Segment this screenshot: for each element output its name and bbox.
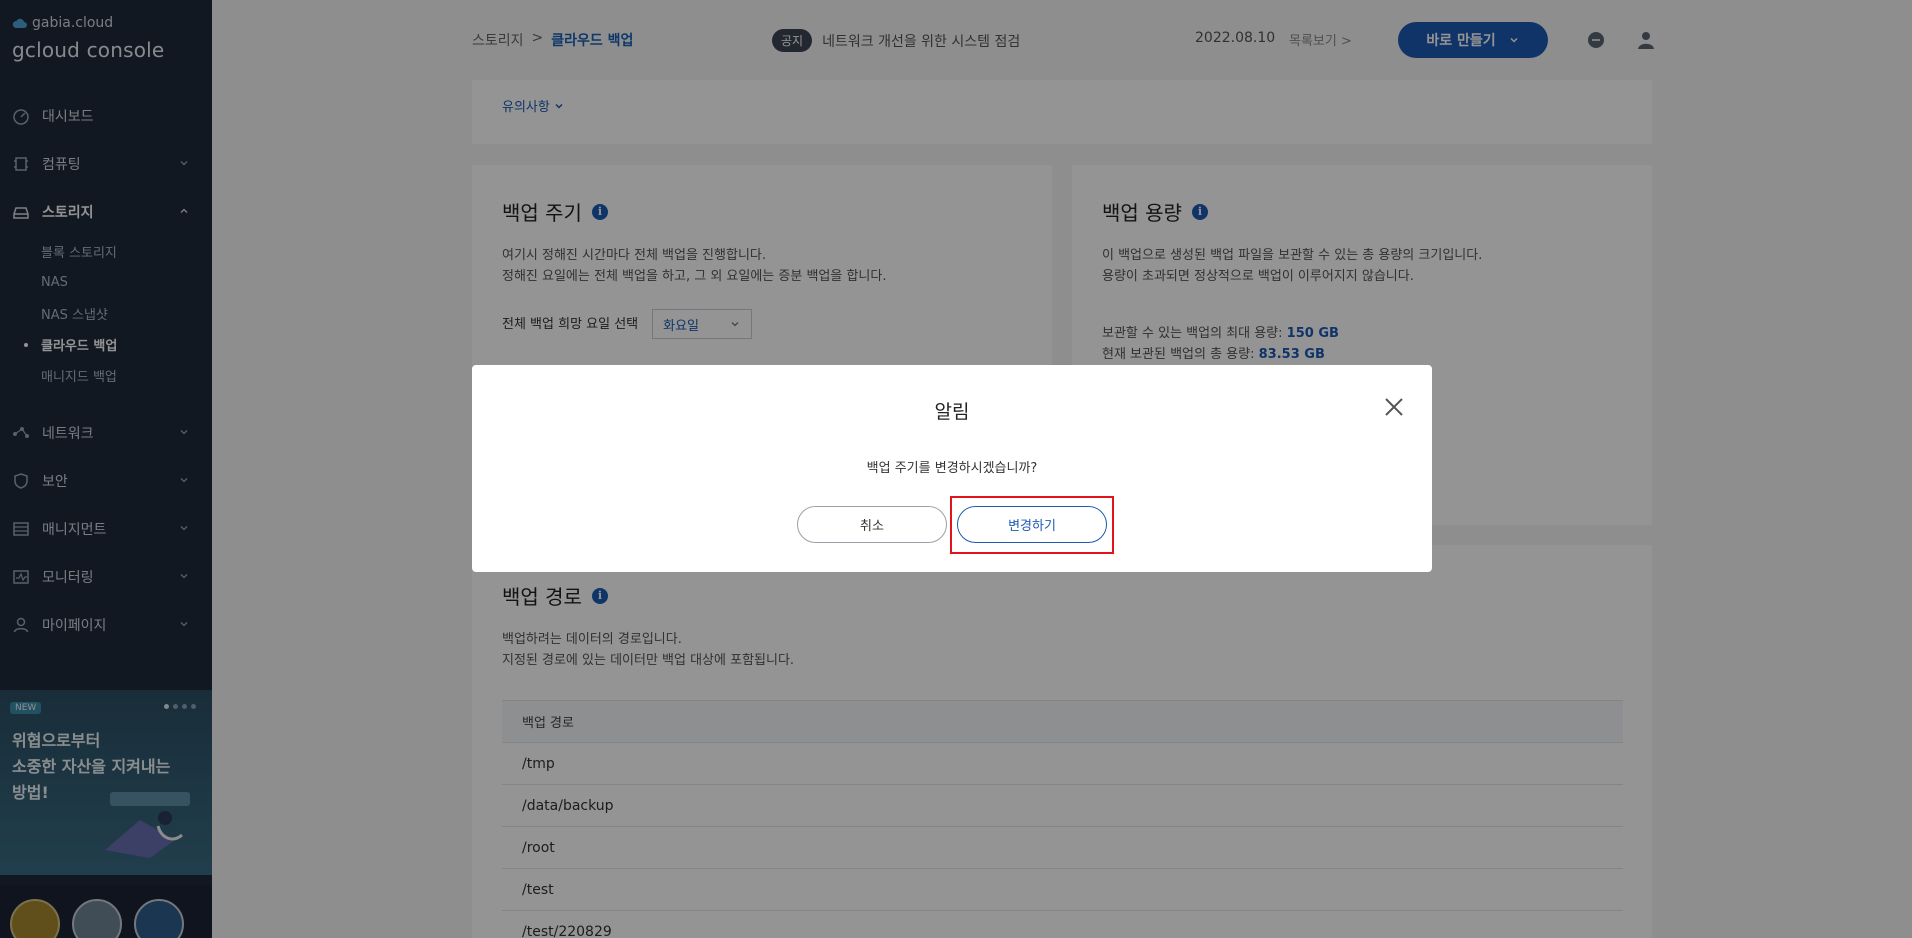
dialog-title: 알림: [934, 401, 970, 423]
dialog-message: 백업 주기를 변경하시겠습니까?: [866, 461, 1038, 476]
close-icon[interactable]: [1382, 395, 1406, 419]
cancel-button[interactable]: 취소: [797, 506, 947, 543]
highlight-box: [950, 496, 1114, 554]
confirm-dialog: 알림 백업 주기를 변경하시겠습니까? 취소 변경하기: [472, 365, 1432, 572]
